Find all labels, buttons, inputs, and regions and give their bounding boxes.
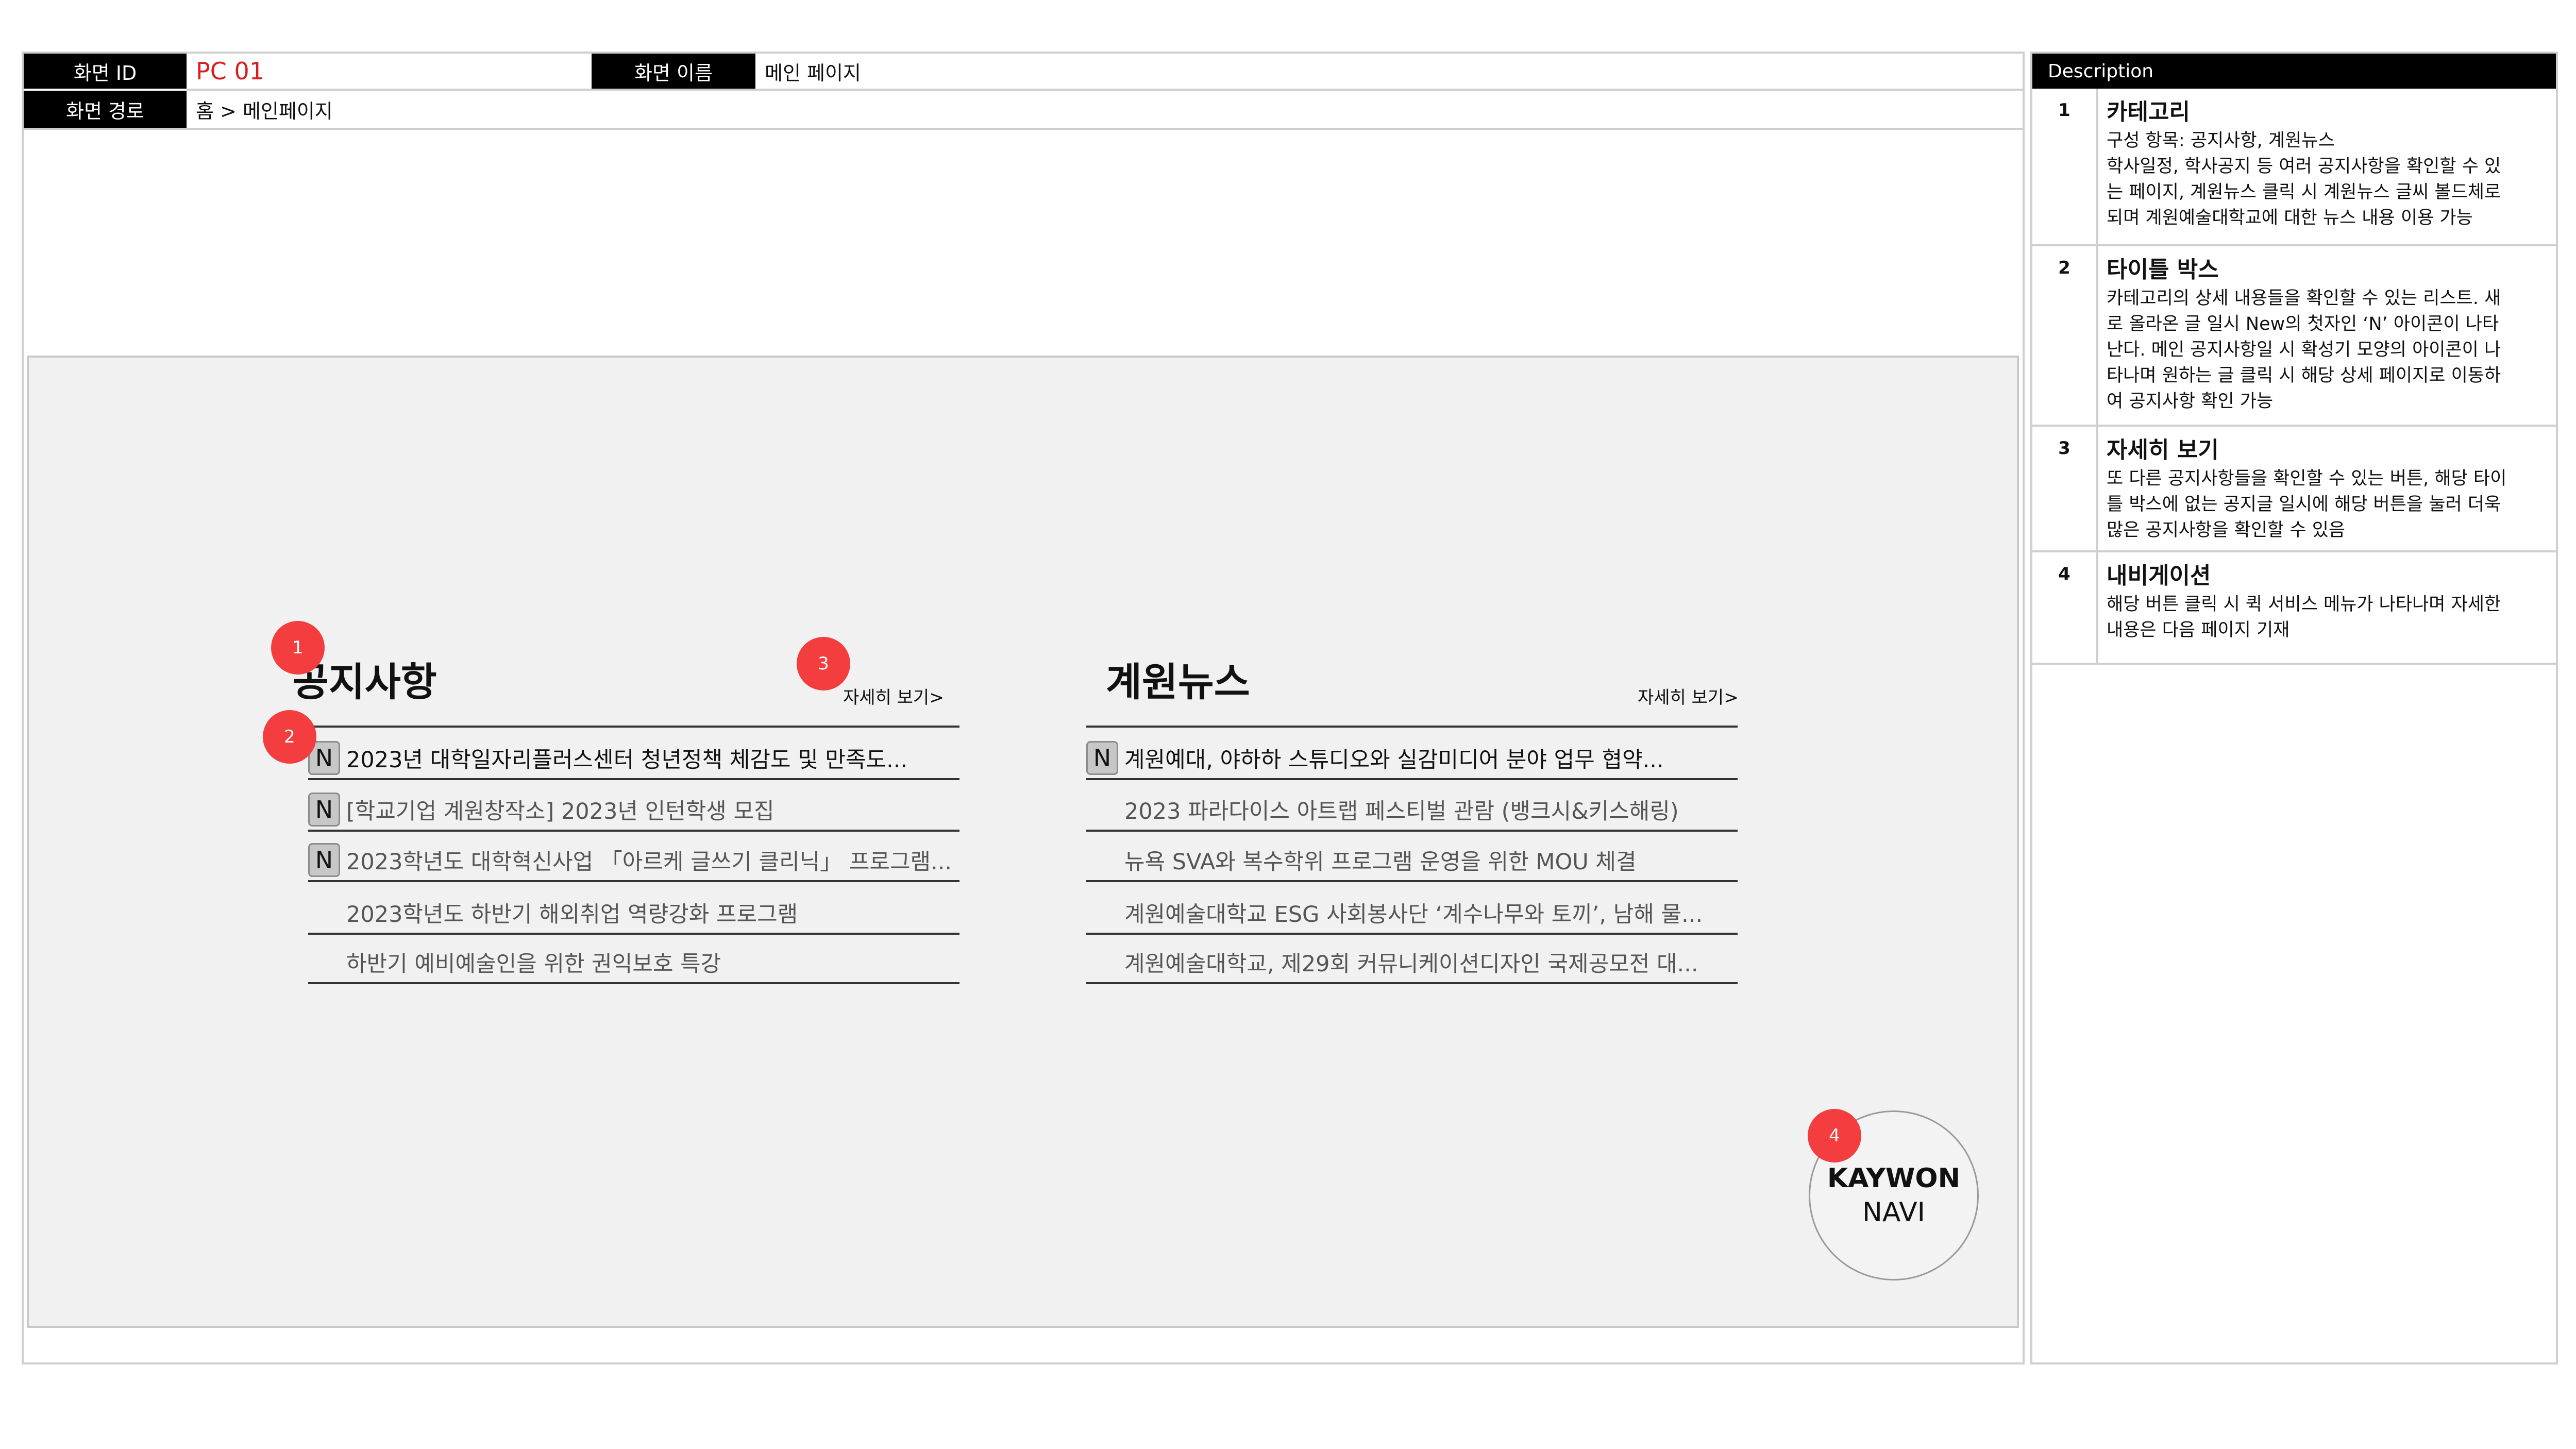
description-body: 내비게이션해당 버튼 클릭 시 퀵 서비스 메뉴가 나타나며 자세한내용은 다음… <box>2107 561 2546 643</box>
news-list-item[interactable]: 계원예술대학교 ESG 사회봉사단 ‘계수나무와 토끼’, 남해 물... <box>1086 892 1738 933</box>
description-row: 2 타이틀 박스 카테고리의 상세 내용들을 확인할 수 있는 리스트. 새로 올라… <box>2032 246 2556 427</box>
news-row-divider <box>1086 982 1738 984</box>
description-line: 여 공지사항 확인 가능 <box>2107 391 2274 412</box>
news-item-title: 2023 파라다이스 아트랩 페스티벌 관람 (뱅크시&키스해링) <box>1124 799 1679 824</box>
notice-row-divider <box>308 982 959 984</box>
news-item-title: 계원예술대학교 ESG 사회봉사단 ‘계수나무와 토끼’, 남해 물... <box>1124 902 1703 928</box>
description-title: 카테고리 <box>2107 99 2190 125</box>
screen-id-value: PC 01 <box>196 57 265 85</box>
description-line: 틀 박스에 없는 공지글 일시에 해당 버튼을 눌러 더욱 <box>2107 494 2501 515</box>
description-line: 로 올라온 글 일시 New의 첫자인 ‘N’ 아이콘이 나타 <box>2107 314 2499 334</box>
description-line: 타나며 원하는 글 클릭 시 해당 상세 페이지로 이동하 <box>2107 365 2501 386</box>
screen-path-value: 홈 > 메인페이지 <box>196 99 333 123</box>
description-body: 타이틀 박스카테고리의 상세 내용들을 확인할 수 있는 리스트. 새로 올라온… <box>2107 255 2546 414</box>
notice-list-item[interactable]: N 2023년 대학일자리플러스센터 청년정책 체감도 및 만족도... <box>308 738 959 778</box>
description-title: 자세히 보기 <box>2107 437 2219 463</box>
screen-id-label: 화면 ID <box>24 54 187 89</box>
news-item-title: 계원예술대학교, 제29회 커뮤니케이션디자인 국제공모전 대... <box>1124 951 1698 977</box>
news-list-item[interactable]: 계원예술대학교, 제29회 커뮤니케이션디자인 국제공모전 대... <box>1086 942 1738 982</box>
news-list-item[interactable]: 2023 파라다이스 아트랩 페스티벌 관람 (뱅크시&키스해링) <box>1086 789 1738 830</box>
news-row-divider <box>1086 933 1738 935</box>
notice-row-divider <box>308 880 959 882</box>
screen-path-label: 화면 경로 <box>24 91 187 128</box>
description-body: 자세히 보기또 다른 공지사항들을 확인할 수 있는 버튼, 해당 타이틀 박스… <box>2107 435 2546 543</box>
notice-item-title: [학교기업 계원창작소] 2023년 인턴학생 모집 <box>346 799 775 824</box>
notice-list-item[interactable]: N [학교기업 계원창작소] 2023년 인턴학생 모집 <box>308 789 959 830</box>
description-number: 4 <box>2032 552 2098 663</box>
notice-item-title: 2023학년도 대학혁신사업 「아르케 글쓰기 클리닉」 프로그램... <box>346 849 952 875</box>
annotation-marker: 3 <box>797 637 850 690</box>
description-line: 되며 계원예술대학교에 대한 뉴스 내용 이용 가능 <box>2107 208 2473 228</box>
new-badge-icon: N <box>308 843 340 877</box>
description-line: 내용은 다음 페이지 기재 <box>2107 620 2290 641</box>
description-line: 는 페이지, 계원뉴스 클릭 시 계원뉴스 글씨 볼드체로 <box>2107 182 2501 203</box>
description-body: 카테고리구성 항목: 공지사항, 계원뉴스학사일정, 학사공지 등 여러 공지사… <box>2107 97 2546 231</box>
description-row: 3 자세히 보기 또 다른 공지사항들을 확인할 수 있는 버튼, 해당 타이 틀 박… <box>2032 427 2556 552</box>
description-number: 3 <box>2032 427 2098 550</box>
news-row-divider <box>1086 830 1738 832</box>
new-badge-icon: N <box>308 793 340 827</box>
news-item-title: 계원예대, 야하하 스튜디오와 실감미디어 분야 업무 협약... <box>1124 747 1664 773</box>
notice-row-divider <box>308 830 959 832</box>
notice-item-title: 하반기 예비예술인을 위한 권익보호 특강 <box>346 951 721 977</box>
description-line: 난다. 메인 공지사항일 시 확성기 모양의 아이콘이 나 <box>2107 340 2501 360</box>
description-row: 1 카테고리 구성 항목: 공지사항, 계원뉴스 학사일정, 학사공지 등 여러 공지… <box>2032 89 2556 246</box>
new-badge-icon: N <box>1086 741 1118 775</box>
news-row-divider <box>1086 880 1738 882</box>
news-row-divider <box>1086 778 1738 780</box>
description-row: 4 내비게이션 해당 버튼 클릭 시 퀵 서비스 메뉴가 나타나며 자세한 내용은 다… <box>2032 552 2556 665</box>
description-panel: Description 1 카테고리 구성 항목: 공지사항, 계원뉴스 학사일정, … <box>2030 52 2558 1364</box>
notice-list-item[interactable]: 하반기 예비예술인을 위한 권익보호 특강 <box>308 942 959 982</box>
description-header: Description <box>2032 54 2556 89</box>
navi-label-line1: KAYWON <box>1827 1163 1961 1194</box>
description-line: 학사일정, 학사공지 등 여러 공지사항을 확인할 수 있 <box>2107 156 2501 177</box>
notice-list-item[interactable]: 2023학년도 하반기 해외취업 역량강화 프로그램 <box>308 892 959 933</box>
screen-name-value: 메인 페이지 <box>765 61 861 85</box>
description-line: 구성 항목: 공지사항, 계원뉴스 <box>2107 130 2335 151</box>
notice-top-rule <box>308 726 959 728</box>
news-more-link[interactable]: 자세히 보기> <box>1638 683 1739 709</box>
navi-label-line2: NAVI <box>1862 1197 1926 1228</box>
annotation-marker: 1 <box>271 621 325 675</box>
notice-more-link[interactable]: 자세히 보기> <box>843 683 944 709</box>
description-line: 카테고리의 상세 내용들을 확인할 수 있는 리스트. 새 <box>2107 288 2501 309</box>
description-number: 2 <box>2032 246 2098 425</box>
notice-row-divider <box>308 933 959 935</box>
news-list-item[interactable]: 뉴욕 SVA와 복수학위 프로그램 운영을 위한 MOU 체결 <box>1086 840 1738 880</box>
category-tab-news[interactable]: 계원뉴스 <box>1106 650 1250 707</box>
screen-name-label: 화면 이름 <box>592 54 755 89</box>
description-title: 내비게이션 <box>2107 563 2211 589</box>
description-line: 많은 공지사항을 확인할 수 있음 <box>2107 520 2346 541</box>
description-line: 또 다른 공지사항들을 확인할 수 있는 버튼, 해당 타이 <box>2107 468 2507 489</box>
annotation-marker: 2 <box>263 710 316 764</box>
annotation-marker: 4 <box>1808 1109 1861 1162</box>
news-item-title: 뉴욕 SVA와 복수학위 프로그램 운영을 위한 MOU 체결 <box>1124 849 1637 875</box>
header-divider <box>24 128 2023 130</box>
notice-row-divider <box>308 778 959 780</box>
description-line: 해당 버튼 클릭 시 퀵 서비스 메뉴가 나타나며 자세한 <box>2107 594 2501 615</box>
notice-list-item[interactable]: N 2023학년도 대학혁신사업 「아르케 글쓰기 클리닉」 프로그램... <box>308 840 959 880</box>
news-top-rule <box>1086 726 1738 728</box>
description-number: 1 <box>2032 89 2098 244</box>
description-title: 타이틀 박스 <box>2107 257 2219 283</box>
news-list-item[interactable]: N 계원예대, 야하하 스튜디오와 실감미디어 분야 업무 협약... <box>1086 738 1738 778</box>
notice-item-title: 2023학년도 하반기 해외취업 역량강화 프로그램 <box>346 902 798 928</box>
notice-item-title: 2023년 대학일자리플러스센터 청년정책 체감도 및 만족도... <box>346 747 908 773</box>
